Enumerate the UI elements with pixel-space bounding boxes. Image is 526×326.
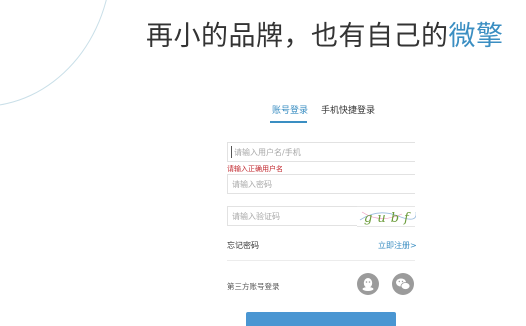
password-input[interactable]: 请输入密码 bbox=[227, 174, 415, 194]
page-headline: 再小的品牌，也有自己的微擎 bbox=[146, 14, 504, 53]
password-placeholder: 请输入密码 bbox=[232, 180, 272, 189]
captcha-placeholder: 请输入验证码 bbox=[232, 212, 280, 221]
tab-phone-login[interactable]: 手机快捷登录 bbox=[321, 103, 375, 116]
qq-icon bbox=[362, 278, 374, 291]
username-input[interactable]: 请输入用户名/手机 bbox=[227, 142, 415, 162]
svg-text:gubf: gubf bbox=[364, 211, 414, 226]
headline-brand: 微擎 bbox=[448, 21, 504, 52]
qq-login-button[interactable] bbox=[357, 273, 379, 295]
headline-text: 再小的品牌，也有自己的 bbox=[146, 21, 449, 52]
third-party-label: 第三方账号登录 bbox=[227, 282, 280, 291]
wechat-icon bbox=[396, 278, 411, 290]
username-error: 请输入正确用户名 bbox=[227, 165, 283, 173]
decorative-circle bbox=[0, 0, 112, 107]
username-placeholder: 请输入用户名/手机 bbox=[234, 148, 301, 157]
captcha-input[interactable]: 请输入验证码 bbox=[227, 206, 357, 226]
forgot-password-link[interactable]: 忘记密码 bbox=[227, 240, 259, 251]
text-caret bbox=[231, 146, 232, 158]
captcha-image[interactable]: gubf bbox=[358, 206, 417, 228]
tab-account-login[interactable]: 账号登录 bbox=[272, 103, 308, 116]
register-link[interactable]: 立即注册> bbox=[378, 240, 417, 251]
divider bbox=[227, 260, 415, 261]
login-page: 再小的品牌，也有自己的微擎 账号登录 手机快捷登录 请输入用户名/手机 请输入正… bbox=[0, 0, 526, 326]
wechat-login-button[interactable] bbox=[392, 273, 414, 295]
login-button[interactable] bbox=[246, 312, 396, 326]
active-tab-indicator bbox=[270, 121, 307, 123]
